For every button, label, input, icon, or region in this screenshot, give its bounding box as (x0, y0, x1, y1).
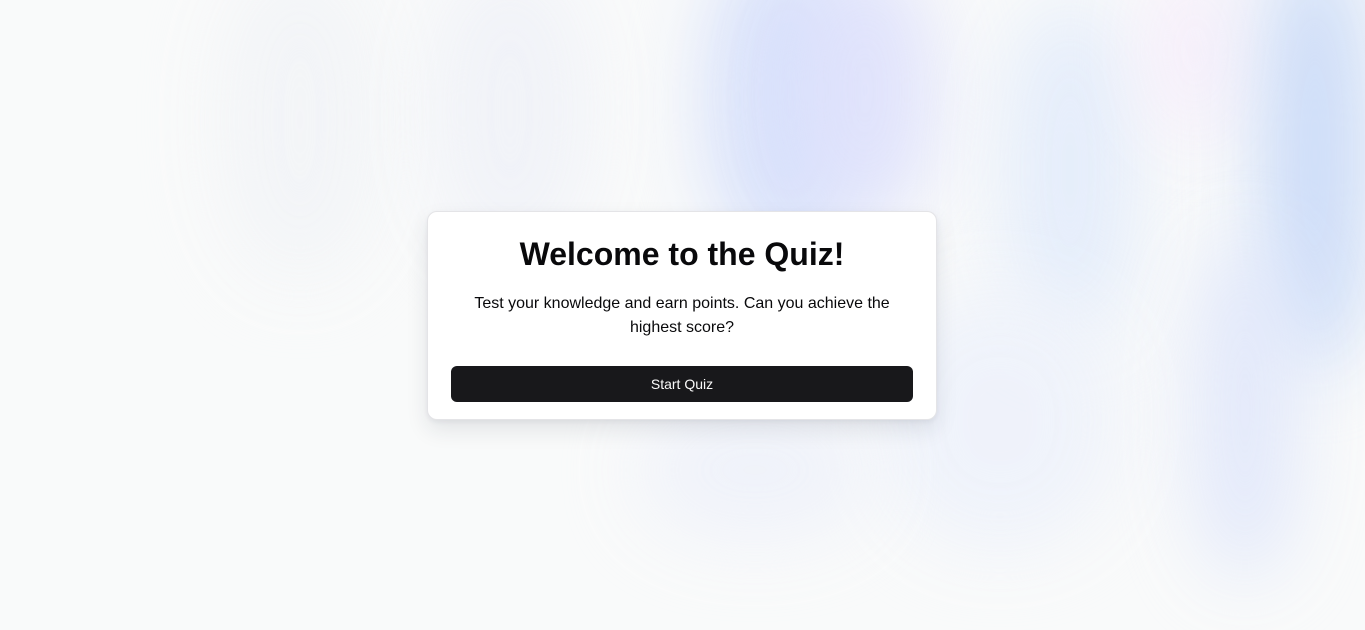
start-quiz-button[interactable]: Start Quiz (451, 366, 913, 402)
page-title: Welcome to the Quiz! (519, 236, 845, 272)
welcome-description: Test your knowledge and earn points. Can… (474, 295, 890, 336)
welcome-card: Welcome to the Quiz! Test your knowledge… (427, 211, 937, 420)
page: Welcome to the Quiz! Test your knowledge… (0, 0, 1365, 630)
